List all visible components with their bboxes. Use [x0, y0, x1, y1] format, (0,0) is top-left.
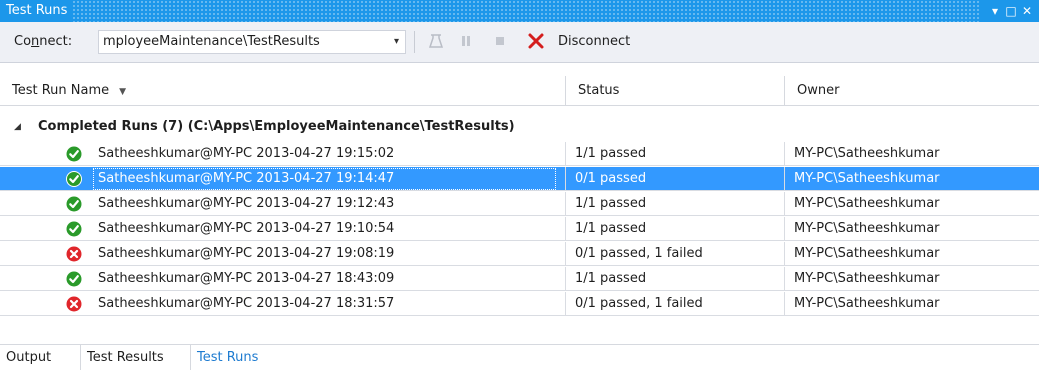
- test-run-name: Satheeshkumar@MY-PC 2013-04-27 19:14:47: [92, 167, 557, 191]
- collapse-icon[interactable]: ◢: [14, 114, 21, 140]
- group-label: Completed Runs (7) (C:\Apps\EmployeeMain…: [38, 119, 515, 134]
- test-run-status: 1/1 passed: [565, 192, 784, 216]
- test-run-status: 1/1 passed: [565, 217, 784, 241]
- sort-descending-icon: ▼: [119, 87, 127, 97]
- test-run-row[interactable]: Satheeshkumar@MY-PC 2013-04-27 19:08:19 0…: [0, 242, 1039, 266]
- test-run-status: 1/1 passed: [565, 142, 784, 166]
- test-run-row[interactable]: Satheeshkumar@MY-PC 2013-04-27 19:15:02 1…: [0, 142, 1039, 166]
- test-run-row[interactable]: Satheeshkumar@MY-PC 2013-04-27 19:10:54 1…: [0, 217, 1039, 241]
- test-run-row[interactable]: Satheeshkumar@MY-PC 2013-04-27 19:14:47 0…: [0, 167, 1039, 191]
- failed-icon: [66, 246, 82, 262]
- test-run-owner: MY-PC\Satheeshkumar: [784, 267, 1039, 291]
- failed-icon: [66, 296, 82, 312]
- test-run-name: Satheeshkumar@MY-PC 2013-04-27 18:31:57: [98, 296, 395, 311]
- tool-window-titlebar: Test Runs ▾ □ ✕: [0, 0, 1039, 22]
- test-run-row[interactable]: Satheeshkumar@MY-PC 2013-04-27 18:43:09 1…: [0, 267, 1039, 291]
- bottom-tab-strip: Output Test Results Test Runs: [0, 344, 1039, 370]
- close-icon[interactable]: ✕: [1019, 3, 1035, 19]
- test-run-owner: MY-PC\Satheeshkumar: [784, 292, 1039, 316]
- group-header-completed-runs[interactable]: ◢ Completed Runs (7) (C:\Apps\EmployeeMa…: [0, 114, 1039, 140]
- test-run-name: Satheeshkumar@MY-PC 2013-04-27 19:10:54: [98, 221, 395, 236]
- tab-test-results[interactable]: Test Results: [80, 345, 170, 370]
- test-run-owner: MY-PC\Satheeshkumar: [784, 142, 1039, 166]
- column-test-run-name[interactable]: Test Run Name ▼: [0, 76, 565, 106]
- chevron-down-icon[interactable]: ▾: [394, 36, 399, 47]
- toolbar: Connect: mployeeMaintenance\TestResults …: [0, 22, 1039, 63]
- passed-icon: [66, 196, 82, 212]
- test-run-name: Satheeshkumar@MY-PC 2013-04-27 19:12:43: [98, 196, 395, 211]
- run-tests-icon[interactable]: [428, 33, 444, 49]
- test-run-owner: MY-PC\Satheeshkumar: [784, 192, 1039, 216]
- test-run-status: 1/1 passed: [565, 267, 784, 291]
- passed-icon: [66, 271, 82, 287]
- passed-icon: [66, 171, 82, 187]
- dropdown-icon[interactable]: ▾: [987, 3, 1003, 19]
- test-run-owner: MY-PC\Satheeshkumar: [784, 167, 1039, 191]
- test-run-owner: MY-PC\Satheeshkumar: [784, 217, 1039, 241]
- column-owner[interactable]: Owner: [784, 76, 1039, 106]
- test-run-row[interactable]: Satheeshkumar@MY-PC 2013-04-27 18:31:57 0…: [0, 292, 1039, 316]
- connect-label: Connect:: [14, 34, 73, 49]
- test-run-name: Satheeshkumar@MY-PC 2013-04-27 19:15:02: [98, 146, 395, 161]
- test-run-owner: MY-PC\Satheeshkumar: [784, 242, 1039, 266]
- test-run-name: Satheeshkumar@MY-PC 2013-04-27 18:43:09: [98, 271, 395, 286]
- passed-icon: [66, 146, 82, 162]
- maximize-icon[interactable]: □: [1003, 3, 1019, 19]
- pause-icon[interactable]: [458, 33, 474, 49]
- test-run-status: 0/1 passed, 1 failed: [565, 242, 784, 266]
- tab-test-runs[interactable]: Test Runs: [190, 345, 264, 370]
- test-run-status: 0/1 passed, 1 failed: [565, 292, 784, 316]
- tab-output[interactable]: Output: [0, 345, 57, 370]
- connect-value: mployeeMaintenance\TestResults: [103, 34, 320, 49]
- test-run-row[interactable]: Satheeshkumar@MY-PC 2013-04-27 19:12:43 1…: [0, 192, 1039, 216]
- column-status[interactable]: Status: [565, 76, 784, 106]
- test-run-name: Satheeshkumar@MY-PC 2013-04-27 19:08:19: [98, 246, 395, 261]
- test-run-status: 0/1 passed: [565, 167, 784, 191]
- stop-icon[interactable]: [492, 33, 508, 49]
- disconnect-icon[interactable]: [526, 30, 546, 52]
- toolbar-separator: [414, 31, 415, 53]
- disconnect-button[interactable]: Disconnect: [558, 34, 630, 49]
- window-title: Test Runs: [0, 0, 74, 22]
- connect-combobox[interactable]: mployeeMaintenance\TestResults ▾: [98, 30, 406, 54]
- window-controls: ▾ □ ✕: [981, 0, 1039, 22]
- passed-icon: [66, 221, 82, 237]
- column-header: Test Run Name ▼ Status Owner: [0, 76, 1039, 106]
